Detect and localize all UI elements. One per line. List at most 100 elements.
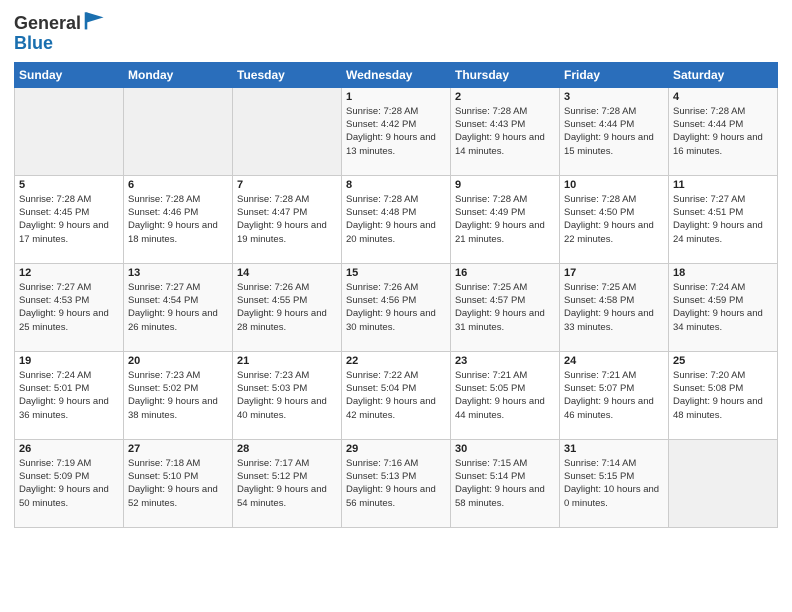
day-of-week-header: Tuesday (233, 62, 342, 87)
calendar-day-cell: 9 Sunrise: 7:28 AM Sunset: 4:49 PM Daylig… (451, 175, 560, 263)
day-of-week-header: Monday (124, 62, 233, 87)
day-of-week-header: Wednesday (342, 62, 451, 87)
day-info: Sunrise: 7:28 AM Sunset: 4:49 PM Dayligh… (455, 193, 555, 246)
day-number: 9 (455, 179, 555, 191)
logo: General Blue (14, 14, 107, 54)
day-info: Sunrise: 7:28 AM Sunset: 4:44 PM Dayligh… (564, 105, 664, 158)
day-info: Sunrise: 7:23 AM Sunset: 5:03 PM Dayligh… (237, 369, 337, 422)
day-info: Sunrise: 7:27 AM Sunset: 4:54 PM Dayligh… (128, 281, 228, 334)
calendar-day-cell: 30Sunrise: 7:15 AM Sunset: 5:14 PM Dayli… (451, 439, 560, 527)
day-number: 26 (19, 443, 119, 455)
day-info: Sunrise: 7:21 AM Sunset: 5:05 PM Dayligh… (455, 369, 555, 422)
day-number: 15 (346, 267, 446, 279)
day-number: 6 (128, 179, 228, 191)
calendar-day-cell (124, 87, 233, 175)
calendar-day-cell: 14 Sunrise: 7:26 AM Sunset: 4:55 PM Dayli… (233, 263, 342, 351)
day-info: Sunrise: 7:24 AM Sunset: 4:59 PM Dayligh… (673, 281, 773, 334)
day-info: Sunrise: 7:28 AM Sunset: 4:48 PM Dayligh… (346, 193, 446, 246)
calendar-day-cell: 11 Sunrise: 7:27 AM Sunset: 4:51 PM Dayli… (669, 175, 778, 263)
calendar-day-cell: 19 Sunrise: 7:24 AM Sunset: 5:01 PM Dayli… (15, 351, 124, 439)
calendar-day-cell: 2 Sunrise: 7:28 AM Sunset: 4:43 PM Daylig… (451, 87, 560, 175)
day-number: 18 (673, 267, 773, 279)
day-of-week-header: Saturday (669, 62, 778, 87)
day-info: Sunrise: 7:25 AM Sunset: 4:57 PM Dayligh… (455, 281, 555, 334)
calendar-day-cell: 15 Sunrise: 7:26 AM Sunset: 4:56 PM Dayli… (342, 263, 451, 351)
day-number: 12 (19, 267, 119, 279)
logo-blue-text: Blue (14, 33, 53, 53)
logo-general-text: General (14, 14, 81, 34)
day-number: 11 (673, 179, 773, 191)
day-number: 24 (564, 355, 664, 367)
day-info: Sunrise: 7:28 AM Sunset: 4:44 PM Dayligh… (673, 105, 773, 158)
calendar-day-cell: 17 Sunrise: 7:25 AM Sunset: 4:58 PM Dayli… (560, 263, 669, 351)
day-info: Sunrise: 7:24 AM Sunset: 5:01 PM Dayligh… (19, 369, 119, 422)
calendar-day-cell: 12 Sunrise: 7:27 AM Sunset: 4:53 PM Dayli… (15, 263, 124, 351)
day-number: 20 (128, 355, 228, 367)
calendar-week-row: 5Sunrise: 7:28 AM Sunset: 4:45 PM Daylig… (15, 175, 778, 263)
calendar-day-cell: 25 Sunrise: 7:20 AM Sunset: 5:08 PM Dayli… (669, 351, 778, 439)
calendar-day-cell: 23 Sunrise: 7:21 AM Sunset: 5:05 PM Dayli… (451, 351, 560, 439)
day-info: Sunrise: 7:21 AM Sunset: 5:07 PM Dayligh… (564, 369, 664, 422)
day-number: 31 (564, 443, 664, 455)
calendar-day-cell: 27 Sunrise: 7:18 AM Sunset: 5:10 PM Dayli… (124, 439, 233, 527)
calendar-day-cell: 4 Sunrise: 7:28 AM Sunset: 4:44 PM Daylig… (669, 87, 778, 175)
day-info: Sunrise: 7:28 AM Sunset: 4:43 PM Dayligh… (455, 105, 555, 158)
day-info: Sunrise: 7:26 AM Sunset: 4:55 PM Dayligh… (237, 281, 337, 334)
day-info: Sunrise: 7:14 AM Sunset: 5:15 PM Dayligh… (564, 457, 664, 510)
calendar-day-cell: 13Sunrise: 7:27 AM Sunset: 4:54 PM Dayli… (124, 263, 233, 351)
day-number: 30 (455, 443, 555, 455)
calendar-week-row: 12 Sunrise: 7:27 AM Sunset: 4:53 PM Dayli… (15, 263, 778, 351)
calendar-day-cell: 8Sunrise: 7:28 AM Sunset: 4:48 PM Daylig… (342, 175, 451, 263)
calendar-day-cell (15, 87, 124, 175)
day-info: Sunrise: 7:28 AM Sunset: 4:46 PM Dayligh… (128, 193, 228, 246)
day-number: 10 (564, 179, 664, 191)
day-number: 23 (455, 355, 555, 367)
day-info: Sunrise: 7:28 AM Sunset: 4:47 PM Dayligh… (237, 193, 337, 246)
calendar-week-row: 19 Sunrise: 7:24 AM Sunset: 5:01 PM Dayli… (15, 351, 778, 439)
calendar-day-cell: 5Sunrise: 7:28 AM Sunset: 4:45 PM Daylig… (15, 175, 124, 263)
calendar-day-cell: 16 Sunrise: 7:25 AM Sunset: 4:57 PM Dayli… (451, 263, 560, 351)
day-of-week-header: Sunday (15, 62, 124, 87)
calendar-day-cell: 24 Sunrise: 7:21 AM Sunset: 5:07 PM Dayli… (560, 351, 669, 439)
calendar-day-cell: 20 Sunrise: 7:23 AM Sunset: 5:02 PM Dayli… (124, 351, 233, 439)
day-number: 3 (564, 91, 664, 103)
day-info: Sunrise: 7:20 AM Sunset: 5:08 PM Dayligh… (673, 369, 773, 422)
calendar-day-cell: 10 Sunrise: 7:28 AM Sunset: 4:50 PM Dayli… (560, 175, 669, 263)
day-info: Sunrise: 7:22 AM Sunset: 5:04 PM Dayligh… (346, 369, 446, 422)
day-info: Sunrise: 7:27 AM Sunset: 4:51 PM Dayligh… (673, 193, 773, 246)
calendar-day-cell: 6 Sunrise: 7:28 AM Sunset: 4:46 PM Daylig… (124, 175, 233, 263)
day-info: Sunrise: 7:17 AM Sunset: 5:12 PM Dayligh… (237, 457, 337, 510)
day-info: Sunrise: 7:25 AM Sunset: 4:58 PM Dayligh… (564, 281, 664, 334)
day-info: Sunrise: 7:27 AM Sunset: 4:53 PM Dayligh… (19, 281, 119, 334)
calendar-day-cell: 7 Sunrise: 7:28 AM Sunset: 4:47 PM Daylig… (233, 175, 342, 263)
day-info: Sunrise: 7:28 AM Sunset: 4:42 PM Dayligh… (346, 105, 446, 158)
day-number: 16 (455, 267, 555, 279)
calendar-table: SundayMondayTuesdayWednesdayThursdayFrid… (14, 62, 778, 528)
day-info: Sunrise: 7:26 AM Sunset: 4:56 PM Dayligh… (346, 281, 446, 334)
calendar-day-cell: 28Sunrise: 7:17 AM Sunset: 5:12 PM Dayli… (233, 439, 342, 527)
day-info: Sunrise: 7:18 AM Sunset: 5:10 PM Dayligh… (128, 457, 228, 510)
day-info: Sunrise: 7:23 AM Sunset: 5:02 PM Dayligh… (128, 369, 228, 422)
calendar-day-cell: 21Sunrise: 7:23 AM Sunset: 5:03 PM Dayli… (233, 351, 342, 439)
day-of-week-header: Thursday (451, 62, 560, 87)
calendar-day-cell (233, 87, 342, 175)
day-number: 25 (673, 355, 773, 367)
calendar-header-row: SundayMondayTuesdayWednesdayThursdayFrid… (15, 62, 778, 87)
day-info: Sunrise: 7:16 AM Sunset: 5:13 PM Dayligh… (346, 457, 446, 510)
day-of-week-header: Friday (560, 62, 669, 87)
day-number: 4 (673, 91, 773, 103)
day-number: 1 (346, 91, 446, 103)
day-number: 7 (237, 179, 337, 191)
calendar-day-cell: 26Sunrise: 7:19 AM Sunset: 5:09 PM Dayli… (15, 439, 124, 527)
day-number: 17 (564, 267, 664, 279)
day-info: Sunrise: 7:28 AM Sunset: 4:50 PM Dayligh… (564, 193, 664, 246)
day-number: 5 (19, 179, 119, 191)
day-number: 14 (237, 267, 337, 279)
day-number: 27 (128, 443, 228, 455)
calendar-day-cell (669, 439, 778, 527)
day-number: 19 (19, 355, 119, 367)
logo-flag-icon (83, 10, 107, 30)
day-number: 2 (455, 91, 555, 103)
calendar-day-cell: 31 Sunrise: 7:14 AM Sunset: 5:15 PM Dayli… (560, 439, 669, 527)
calendar-day-cell: 29Sunrise: 7:16 AM Sunset: 5:13 PM Dayli… (342, 439, 451, 527)
